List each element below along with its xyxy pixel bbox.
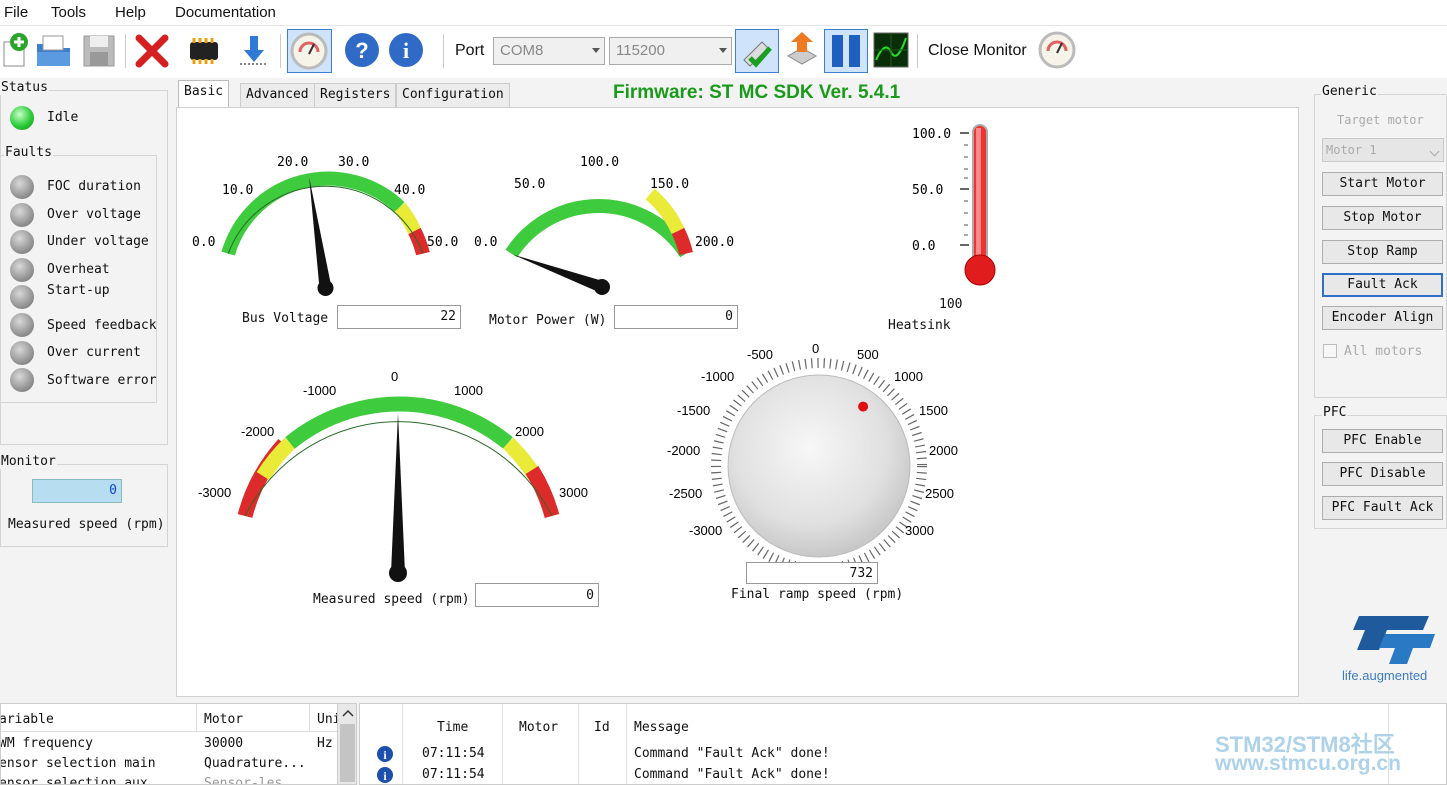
mp-tick-50: 50.0 xyxy=(514,177,545,192)
motor-power-readout: 0 xyxy=(614,305,738,329)
ms-tick-neg2000: -2000 xyxy=(241,424,274,439)
measured-speed-needle xyxy=(391,413,405,573)
bv-tick-50: 50.0 xyxy=(427,235,458,250)
fr-tick: -3000 xyxy=(689,523,722,538)
pfc-title: PFC xyxy=(1322,405,1348,420)
mp-tick-150: 150.0 xyxy=(650,177,689,192)
bus-voltage-gauge: 0.0 10.0 20.0 30.0 40.0 50.0 xyxy=(192,155,458,296)
motor-power-label: Motor Power (W) xyxy=(489,313,607,328)
final-ramp-label: Final ramp speed (rpm) xyxy=(731,587,904,602)
fr-tick: -2000 xyxy=(667,443,700,458)
watermark-line2: www.stmcu.org.cn xyxy=(1215,752,1401,775)
mp-tick-100: 100.0 xyxy=(580,155,619,170)
measured-speed-readout: 0 xyxy=(475,583,599,607)
fr-tick: 3000 xyxy=(905,523,934,538)
bus-voltage-needle xyxy=(309,177,332,289)
gauges-canvas: 0.0 10.0 20.0 30.0 40.0 50.0 0.0 50.0 10… xyxy=(192,124,996,582)
bv-tick-0: 0.0 xyxy=(192,235,215,250)
all-motors-label: All motors xyxy=(1344,344,1423,359)
ms-tick-0: 0 xyxy=(391,369,398,384)
log-time: 07:11:54 xyxy=(422,767,485,782)
vertical-scrollbar[interactable] xyxy=(337,704,356,784)
bv-tick-40: 40.0 xyxy=(394,183,425,198)
motor-power-gauge: 0.0 50.0 100.0 150.0 200.0 xyxy=(474,155,734,295)
bv-tick-20: 20.0 xyxy=(277,155,308,170)
hs-tick-50: 50.0 xyxy=(912,183,943,198)
all-motors-checkbox[interactable] xyxy=(1323,344,1337,358)
fr-tick: 1500 xyxy=(919,403,948,418)
hs-tick-0: 0.0 xyxy=(912,239,935,254)
pfc-disable-button[interactable]: PFC Disable xyxy=(1322,462,1443,486)
mp-tick-0: 0.0 xyxy=(474,235,497,250)
var-name: ensor selection aux xyxy=(0,776,148,785)
fr-tick: 1000 xyxy=(894,369,923,384)
bus-voltage-label: Bus Voltage xyxy=(242,311,329,326)
heatsink-bottom-value: 100 xyxy=(939,297,963,312)
target-motor-label: Target motor xyxy=(1337,113,1424,127)
hs-tick-100: 100.0 xyxy=(912,127,951,142)
log-message: Command "Fault Ack" done! xyxy=(634,746,830,761)
heatsink-thermometer: 100.0 50.0 0.0 xyxy=(912,124,996,286)
log-message: Command "Fault Ack" done! xyxy=(634,767,830,782)
ms-tick-1000: 1000 xyxy=(454,383,483,398)
fr-tick: 2000 xyxy=(929,443,958,458)
encoder-align-button[interactable]: Encoder Align xyxy=(1322,306,1443,330)
ms-tick-neg1000: -1000 xyxy=(303,383,336,398)
var-header-motor: Motor xyxy=(204,712,244,727)
ms-tick-3000: 3000 xyxy=(559,485,588,500)
heatsink-label: Heatsink xyxy=(888,318,951,333)
log-header-message: Message xyxy=(634,720,689,735)
fr-tick: 500 xyxy=(857,347,879,362)
var-name: WM frequency xyxy=(0,736,93,751)
motor-power-needle xyxy=(512,254,605,293)
stop-ramp-button[interactable]: Stop Ramp xyxy=(1322,240,1443,264)
knob-indicator-icon xyxy=(858,401,869,412)
variable-table: ariable Motor Uni WM frequency 30000 Hz … xyxy=(0,703,357,785)
final-ramp-readout[interactable]: 732 xyxy=(746,562,878,584)
measured-speed-label: Measured speed (rpm) xyxy=(313,592,470,607)
fr-tick: 0 xyxy=(812,341,819,356)
pfc-enable-button[interactable]: PFC Enable xyxy=(1322,429,1443,453)
st-logo xyxy=(1345,610,1447,670)
stop-motor-button[interactable]: Stop Motor xyxy=(1322,206,1443,230)
var-value: Sensor-les xyxy=(204,776,283,785)
log-header-id: Id xyxy=(594,720,610,735)
pfc-fault-ack-button[interactable]: PFC Fault Ack xyxy=(1322,496,1443,520)
ms-tick-2000: 2000 xyxy=(515,424,544,439)
chevron-down-icon xyxy=(1429,146,1440,157)
var-header-variable: ariable xyxy=(0,712,54,727)
needle-hub-icon xyxy=(389,564,407,582)
fr-tick: -500 xyxy=(747,347,773,362)
generic-title: Generic xyxy=(1321,84,1378,99)
var-unit: Hz xyxy=(317,736,333,751)
final-ramp-knob[interactable]: -500 0 500 1000 1500 2000 2500 3000 -300… xyxy=(667,341,958,574)
bv-tick-30: 30.0 xyxy=(338,155,369,170)
fr-tick: -1500 xyxy=(677,403,710,418)
start-motor-button[interactable]: Start Motor xyxy=(1322,172,1443,196)
bv-tick-10: 10.0 xyxy=(222,183,253,198)
measured-speed-gauge: -3000 -2000 -1000 0 1000 2000 3000 xyxy=(198,369,588,582)
info-icon: i xyxy=(377,767,393,783)
log-time: 07:11:54 xyxy=(422,746,485,761)
var-name: ensor selection main xyxy=(0,756,156,771)
mp-tick-200: 200.0 xyxy=(695,235,734,250)
var-value: 30000 xyxy=(204,736,244,751)
needle-hub-icon xyxy=(317,280,334,296)
target-motor-select[interactable]: Motor 1 xyxy=(1322,138,1444,162)
log-header-motor: Motor xyxy=(519,720,559,735)
bus-voltage-readout: 22 xyxy=(337,305,461,329)
log-header-time: Time xyxy=(437,720,469,735)
fr-tick: 2500 xyxy=(925,486,954,501)
scroll-up-icon xyxy=(342,709,354,717)
fr-tick: -2500 xyxy=(669,486,702,501)
var-value: Quadrature... xyxy=(204,756,306,771)
fr-tick: -1000 xyxy=(701,369,734,384)
var-table-header: ariable Motor Uni xyxy=(0,704,340,732)
needle-hub-icon xyxy=(594,279,610,295)
scrollbar-thumb[interactable] xyxy=(340,724,355,782)
logo-tagline: life.augmented xyxy=(1342,668,1428,683)
ms-tick-neg3000: -3000 xyxy=(198,485,231,500)
info-icon: i xyxy=(377,746,393,762)
fault-ack-button[interactable]: Fault Ack xyxy=(1322,273,1443,297)
